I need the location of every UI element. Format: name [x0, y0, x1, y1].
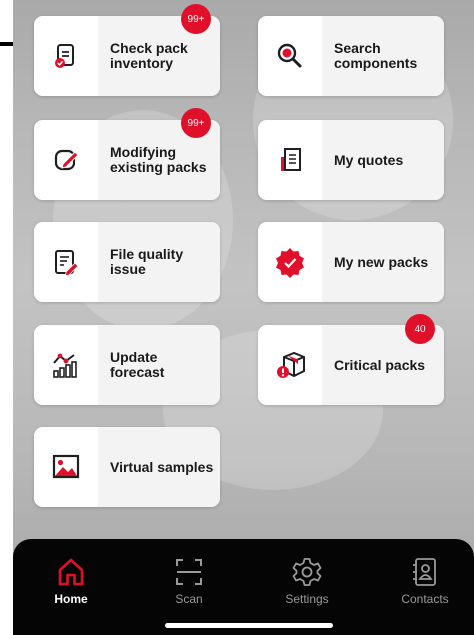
clipboard-check-icon	[34, 16, 98, 96]
app-screen: Check pack inventory 99+ Search componen…	[13, 0, 474, 635]
box-alert-icon	[258, 325, 322, 405]
tile-label: My new packs	[334, 253, 429, 270]
home-indicator	[165, 623, 333, 628]
tab-label: Contacts	[401, 592, 449, 606]
notification-badge: 99+	[181, 108, 211, 138]
tile-search-components[interactable]: Search components	[258, 16, 444, 96]
tile-label: Critical packs	[334, 356, 426, 373]
edit-icon	[34, 120, 98, 200]
tab-scan[interactable]: Scan	[144, 555, 234, 606]
tile-update-forecast[interactable]: Update forecast	[34, 325, 220, 405]
gear-icon	[292, 558, 322, 586]
tab-home[interactable]: Home	[26, 555, 116, 606]
tab-settings[interactable]: Settings	[262, 555, 352, 606]
tab-contacts[interactable]: Contacts	[380, 555, 470, 606]
tile-label: Check pack inventory	[110, 40, 188, 71]
tile-virtual-samples[interactable]: Virtual samples	[34, 427, 220, 507]
tile-label: Modifying existing packs	[110, 144, 207, 175]
tab-label: Settings	[285, 592, 329, 606]
image-icon	[34, 427, 98, 507]
scan-icon	[176, 559, 202, 585]
tab-label: Home	[54, 592, 88, 606]
contacts-book-icon	[413, 558, 436, 586]
notification-badge: 40	[405, 314, 435, 344]
tile-my-quotes[interactable]: My quotes	[258, 120, 444, 200]
tile-file-quality-issue[interactable]: File quality issue	[34, 222, 220, 302]
document-pen-icon	[34, 222, 98, 302]
bottom-tab-bar: Home Scan Settings Contacts	[13, 539, 474, 635]
notification-badge: 99+	[181, 4, 211, 34]
badge-check-icon	[258, 222, 322, 302]
tile-label: File quality issue	[110, 246, 184, 277]
magnifier-icon	[258, 16, 322, 96]
tile-label: My quotes	[334, 151, 404, 168]
tile-label: Search components	[334, 40, 418, 71]
tab-label: Scan	[175, 592, 203, 606]
home-icon	[58, 558, 84, 586]
tile-label: Update forecast	[110, 349, 165, 380]
tile-my-new-packs[interactable]: My new packs	[258, 222, 444, 302]
tile-label: Virtual samples	[110, 458, 214, 475]
edge-bar	[0, 42, 13, 46]
quote-document-icon	[258, 120, 322, 200]
forecast-chart-icon	[34, 325, 98, 405]
left-edge-strip	[0, 0, 13, 635]
